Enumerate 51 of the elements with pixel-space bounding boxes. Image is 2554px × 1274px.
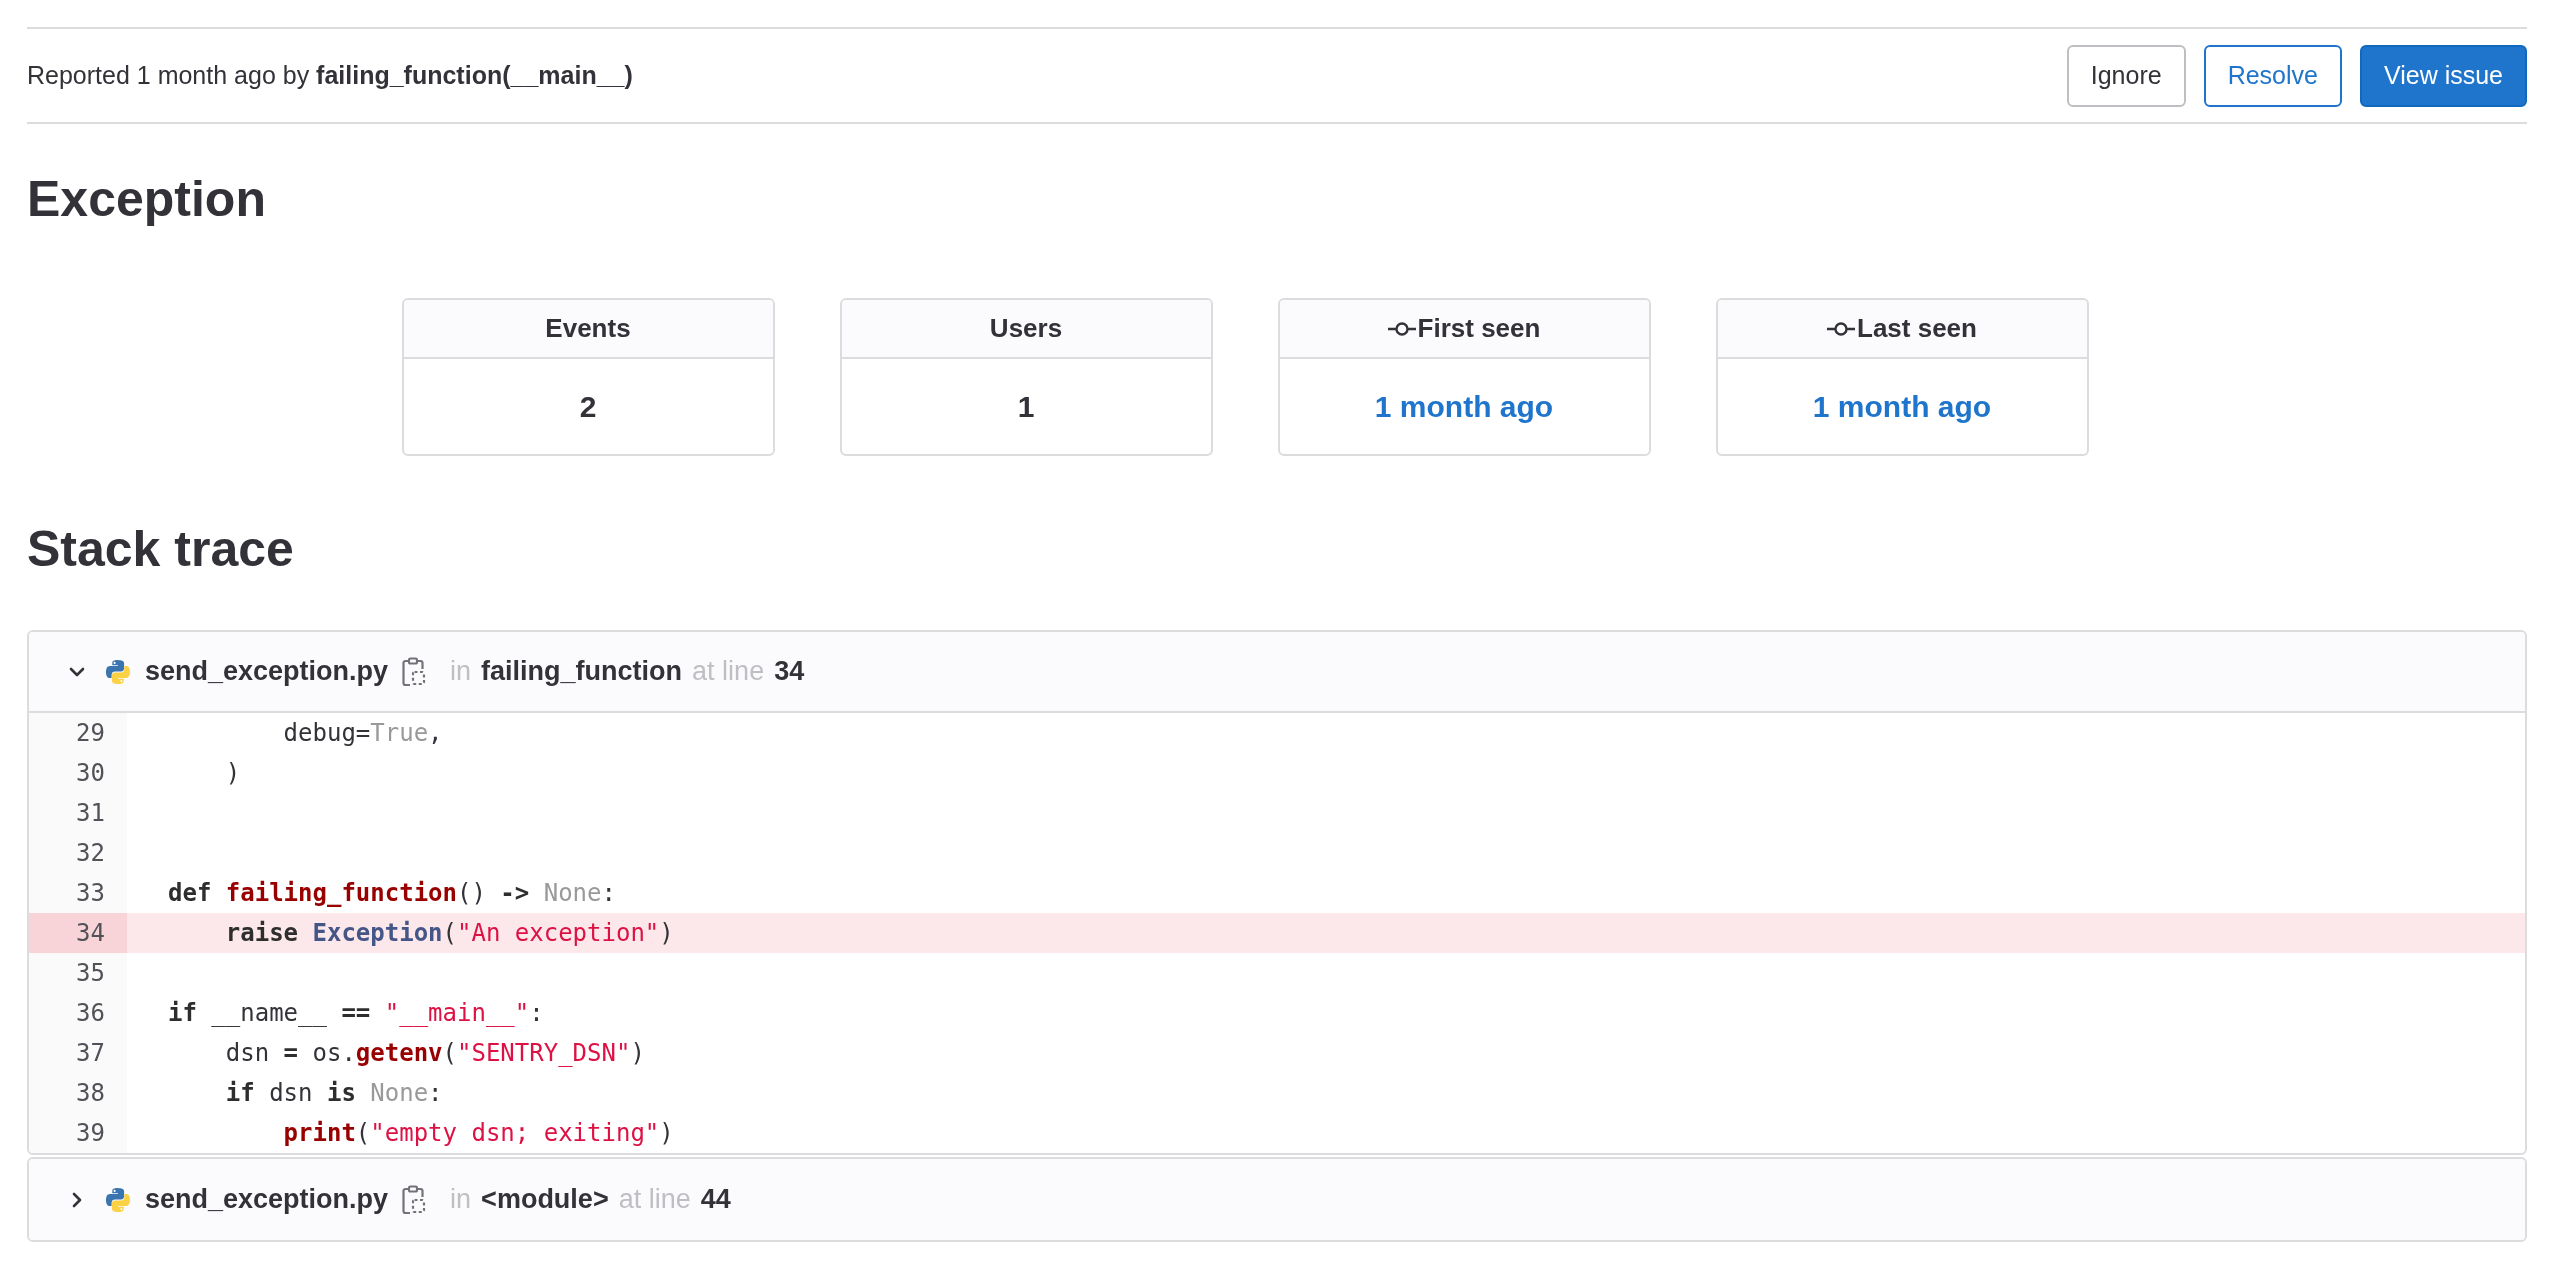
code-line-number: 39 (29, 1113, 127, 1153)
python-icon (105, 1186, 131, 1213)
code-line: if __name__ == "__main__": (168, 999, 544, 1027)
action-button[interactable]: Ignore (2066, 44, 2186, 107)
line-number: 44 (700, 1184, 731, 1215)
stat-label: Events (545, 313, 631, 344)
code-line: print("empty dsn; exiting") (282, 1119, 674, 1147)
stat-value: 1 (1017, 389, 1035, 424)
commit-icon (1387, 320, 1416, 337)
page-title: Exception (27, 170, 267, 229)
copy-icon[interactable] (402, 1184, 427, 1215)
code-line-number: 29 (29, 713, 127, 753)
frame-header[interactable]: send_exception.py in <module> at line 44 (29, 1159, 2525, 1240)
code-line-number: 32 (29, 833, 127, 873)
frame-header[interactable]: send_exception.py in failing_function at line 34 (29, 632, 2525, 713)
copy-icon[interactable] (402, 656, 427, 687)
stat-value: 2 (579, 389, 597, 424)
code-line: ) (224, 759, 241, 787)
code-line-number: 34 (29, 913, 127, 953)
function-name: failing_function (481, 656, 683, 687)
at-line-label: at line (692, 656, 765, 687)
in-label: in (450, 1184, 472, 1215)
action-button[interactable]: View issue (2359, 44, 2527, 107)
action-button[interactable]: Resolve (2203, 44, 2342, 107)
stat-label: Last seen (1857, 313, 1977, 344)
function-name: <module> (481, 1184, 609, 1215)
python-icon (105, 658, 131, 685)
code-line-number: 31 (29, 793, 127, 833)
in-label: in (450, 656, 472, 687)
code-line-number: 36 (29, 993, 127, 1033)
commit-icon (1827, 320, 1855, 337)
line-number: 34 (774, 656, 805, 687)
at-line-label: at line (618, 1184, 691, 1215)
code-line-number: 30 (29, 753, 127, 793)
reported-text: Reported 1 month ago by failing_function(__main__) (27, 61, 633, 90)
stat-label: Users (989, 313, 1063, 344)
code-line: dsn = os.getenv("SENTRY_DSN") (224, 1039, 645, 1067)
code-line: if dsn is None: (224, 1079, 443, 1107)
stat-link[interactable]: 1 month ago (1374, 389, 1554, 424)
code-line-number: 38 (29, 1073, 127, 1113)
file-name: send_exception.py (145, 1184, 389, 1215)
code-line-number: 37 (29, 1033, 127, 1073)
file-name: send_exception.py (145, 656, 389, 687)
stat-label: First seen (1417, 313, 1541, 344)
section-title: Stack trace (27, 520, 295, 579)
code-line-number: 35 (29, 953, 127, 993)
code-line: debug=True, (282, 719, 443, 747)
code-line: raise Exception("An exception") (224, 919, 674, 947)
stat-link[interactable]: 1 month ago (1812, 389, 1992, 424)
code-line: def failing_function() -> None: (168, 879, 616, 907)
code-line-number: 33 (29, 873, 127, 913)
